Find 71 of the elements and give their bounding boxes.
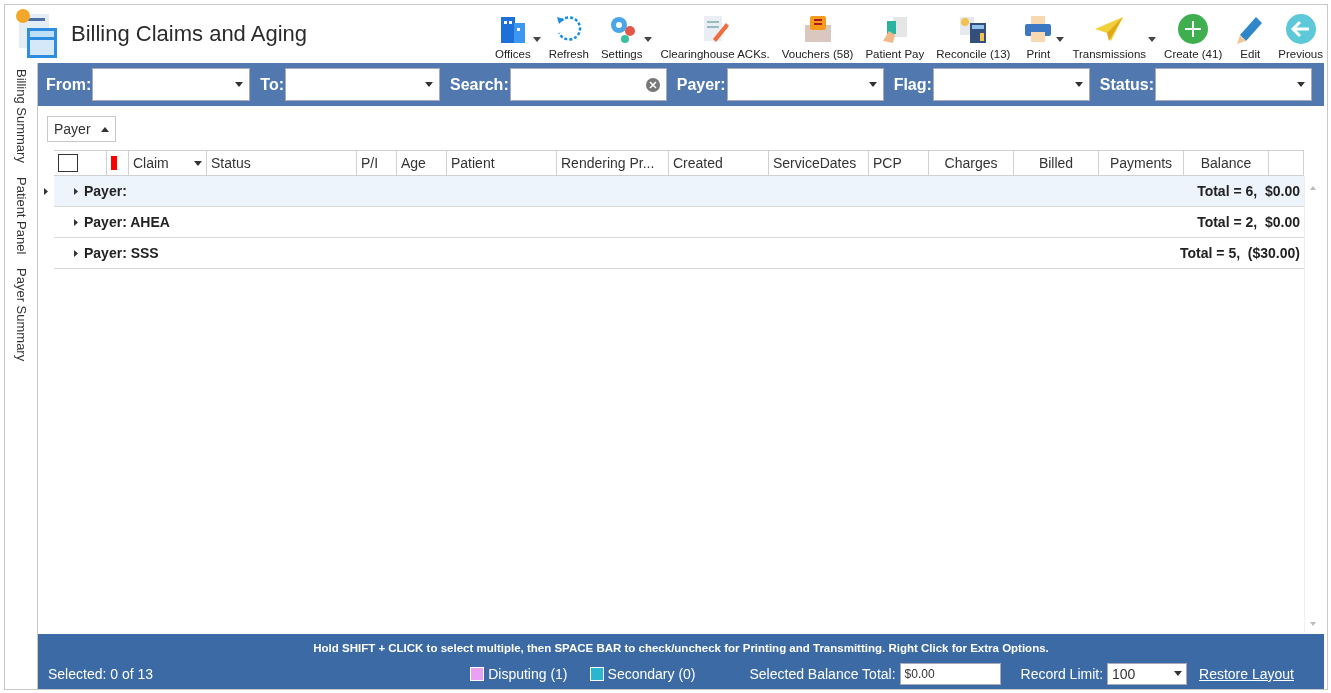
app-title: Billing Claims and Aging: [71, 21, 308, 47]
dropdown-field[interactable]: [285, 68, 440, 101]
dropdown-field[interactable]: [932, 68, 1090, 101]
dropdown-caret-icon: [425, 82, 433, 87]
toolbar-button[interactable]: Edit: [1230, 13, 1271, 60]
dropdown-field[interactable]: [92, 68, 251, 101]
toolbar-button[interactable]: Print: [1018, 13, 1059, 60]
record-limit-label: Record Limit:: [1020, 665, 1104, 682]
group-by-chip[interactable]: Payer: [47, 116, 116, 142]
filter-label: To:: [260, 75, 284, 94]
select-all-checkbox[interactable]: [58, 154, 78, 172]
filter-label: From:: [46, 75, 92, 94]
filter-label: Payer:: [676, 75, 726, 94]
column-header[interactable]: Billed: [1014, 151, 1099, 175]
flag-marker-icon: [111, 156, 117, 170]
sort-caret-icon: [194, 160, 202, 166]
dropdown-caret-icon[interactable]: [1056, 37, 1065, 42]
dropdown-caret-icon[interactable]: [644, 37, 653, 42]
group-row[interactable]: Payer: Total = 6, $0.00: [54, 176, 1304, 207]
side-tab[interactable]: Payer Summary: [13, 268, 29, 362]
column-header[interactable]: Status: [207, 151, 357, 175]
expand-arrow-icon[interactable]: [74, 218, 78, 226]
column-header[interactable]: Created: [669, 151, 769, 175]
column-header[interactable]: ServiceDates: [769, 151, 869, 175]
filter-label: Status:: [1099, 75, 1155, 94]
toolbar-button[interactable]: Create (41): [1160, 13, 1227, 60]
filter-label: Flag:: [893, 75, 932, 94]
plus-icon: [1177, 13, 1210, 45]
search-field[interactable]: [509, 68, 667, 101]
dropdown-field[interactable]: [1155, 68, 1313, 101]
side-tab[interactable]: Billing Summary: [13, 69, 29, 163]
selection-count: Selected: 0 of 13: [48, 665, 154, 682]
toolbar-button[interactable]: Clearinghouse ACKs.: [656, 13, 774, 60]
dropdown-caret-icon: [1074, 82, 1083, 87]
toolbar-button[interactable]: Reconcile (13): [932, 13, 1015, 60]
sort-caret-icon: [101, 126, 109, 132]
record-limit-dropdown[interactable]: 100: [1107, 662, 1188, 685]
column-header[interactable]: Claim: [129, 151, 207, 175]
column-header[interactable]: Age: [397, 151, 447, 175]
side-tab[interactable]: Patient Panel: [13, 176, 29, 255]
dropdown-caret-icon: [1297, 82, 1306, 87]
balance-label: Selected Balance Total:: [749, 665, 896, 682]
toolbar-button[interactable]: Patient Pay: [861, 13, 929, 60]
legend-label: Disputing (1): [488, 665, 568, 682]
column-header[interactable]: Payments: [1099, 151, 1184, 175]
toolbar-button[interactable]: Previous: [1274, 13, 1327, 60]
dropdown-caret-icon: [868, 82, 877, 87]
clear-icon[interactable]: [645, 77, 660, 92]
toolbar-button[interactable]: Refresh: [544, 13, 593, 60]
legend-label: Secondary (0): [607, 665, 696, 682]
hint-text: Hold SHIFT + CLICK to select multiple, then SPACE BAR to check/uncheck for Printing and Transmitting. Right Click for Extra Options.: [312, 641, 1050, 656]
toolbar-button[interactable]: Transmissions: [1068, 13, 1151, 60]
toolbar-button[interactable]: Settings: [596, 13, 647, 60]
dropdown-caret-icon: [235, 82, 244, 87]
expand-arrow-icon[interactable]: [74, 249, 78, 257]
expand-arrow-icon[interactable]: [74, 187, 78, 195]
dropdown-caret-icon[interactable]: [532, 37, 541, 42]
dropdown-field[interactable]: [726, 68, 884, 101]
column-header[interactable]: Patient: [447, 151, 557, 175]
column-header[interactable]: Balance: [1184, 151, 1269, 175]
dropdown-caret-icon[interactable]: [1148, 37, 1157, 42]
restore-layout-link[interactable]: Restore Layout: [1199, 665, 1294, 682]
dropdown-caret-icon: [1174, 671, 1183, 676]
column-header[interactable]: Charges: [929, 151, 1014, 175]
column-header[interactable]: Rendering Pr...: [557, 151, 669, 175]
toolbar-button[interactable]: Offices: [491, 13, 535, 60]
column-header[interactable]: P/I: [357, 151, 397, 175]
column-header[interactable]: PCP: [869, 151, 929, 175]
balance-field[interactable]: $0.00: [899, 662, 1001, 685]
toolbar-button[interactable]: Vouchers (58): [777, 13, 858, 60]
filter-label: Search:: [450, 75, 509, 94]
